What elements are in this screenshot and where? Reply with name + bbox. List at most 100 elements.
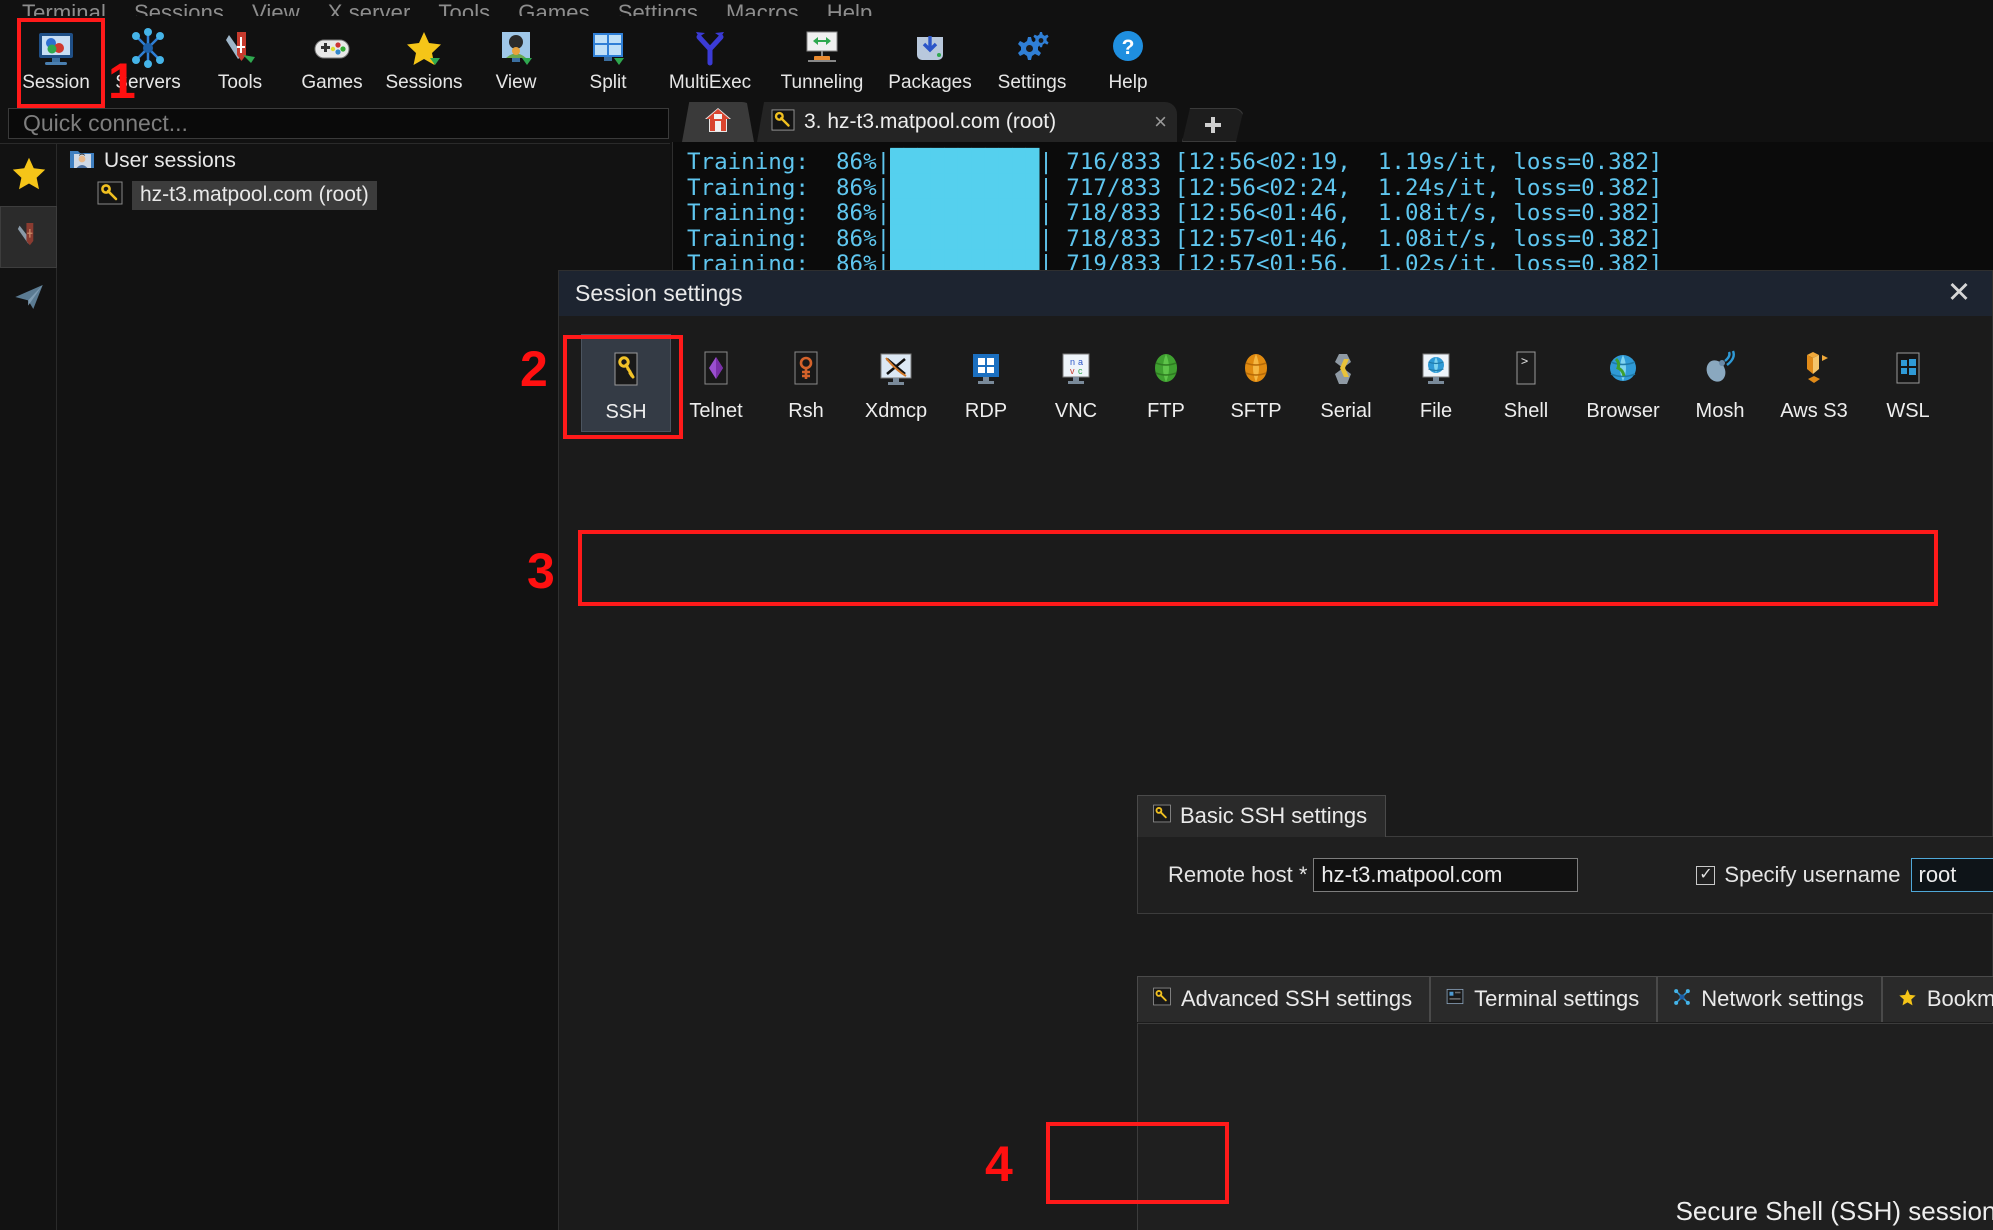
progress-bar: ███████████ [890,174,1040,201]
terminal-line-suffix: | 717/833 [12:56<02:24, 1.24s/it, loss=0… [1039,174,1663,201]
tree-label-session: hz-t3.matpool.com (root) [132,180,377,210]
split-toolbar-label: Split [589,72,627,93]
wsl-protocol-button[interactable]: WSL [1863,334,1953,432]
settings-subtabs: Advanced SSH settings Terminal settings [1137,976,1993,1022]
username-combo[interactable]: root ▼ [1910,858,1993,892]
tools-toolbar-button[interactable]: Tools [194,16,286,100]
star-icon [9,153,49,198]
network-icon [1672,987,1692,1012]
sftp-icon [1233,346,1279,392]
xdmcp-protocol-button[interactable]: Xdmcp [851,334,941,432]
terminal-line: Training: 86%|███████████| 718/833 [12:5… [687,225,1663,252]
tree-node-user-sessions[interactable]: User sessions [57,144,670,178]
tree-node-session[interactable]: hz-t3.matpool.com (root) [57,178,670,212]
view-toolbar-button[interactable]: View [470,16,562,100]
new-tab-button[interactable] [1182,108,1244,142]
browser-protocol-button[interactable]: Browser [1571,334,1675,432]
aws-s3-protocol-button[interactable]: Aws S3 [1765,334,1863,432]
remote-host-input[interactable]: hz-t3.matpool.com [1313,858,1579,892]
telnet-protocol-button[interactable]: Telnet [671,334,761,432]
svg-text:>: > [1521,354,1528,368]
help-icon: ? [1106,26,1150,70]
multiexec-icon [688,26,732,70]
rsh-icon [783,346,829,392]
ftp-protocol-button[interactable]: FTP [1121,334,1211,432]
serial-protocol-button[interactable]: Serial [1301,334,1391,432]
mosh-protocol-button[interactable]: Mosh [1675,334,1765,432]
terminal-line-suffix: | 718/833 [12:57<01:46, 1.08it/s, loss=0… [1039,225,1663,252]
xdmcp-protocol-label: Xdmcp [864,400,928,422]
terminal-line-suffix: | 716/833 [12:56<02:19, 1.19s/it, loss=0… [1039,149,1663,175]
sessions-toolbar-button[interactable]: Sessions [378,16,470,100]
annotation-number-2: 2 [520,341,548,397]
mobaxterm-window: Terminal Sessions View X server Tools Ga… [0,0,1993,1230]
settings-gear-icon [1010,26,1054,70]
tab-advanced-ssh-settings[interactable]: Advanced SSH settings [1137,976,1431,1022]
macros-rail-button[interactable] [0,268,57,330]
tab-strip: 3. hz-t3.matpool.com (root) × [672,100,1993,142]
svg-text:?: ? [1122,36,1135,59]
file-protocol-button[interactable]: File [1391,334,1481,432]
tools-toolbar-label: Tools [217,72,263,93]
tools-rail-button[interactable] [0,206,57,268]
ssh-key-icon [603,347,649,393]
games-icon [310,26,354,70]
svg-text:v: v [1070,366,1075,376]
view-icon [494,26,538,70]
progress-bar: ███████████ [890,225,1040,252]
basic-ssh-settings-group: Basic SSH settings Remote host * hz-t3.m… [1137,794,1993,914]
tools-rail-icon [11,217,47,258]
shell-protocol-button[interactable]: > Shell [1481,334,1571,432]
wsl-protocol-label: WSL [1886,400,1930,422]
close-icon[interactable]: ✕ [1942,279,1976,308]
basic-ssh-settings-row: Remote host * hz-t3.matpool.com ✓ Specif… [1137,836,1993,914]
ssh-key-icon [1152,987,1172,1011]
split-toolbar-button[interactable]: Split [562,16,654,100]
sessions-rail-button[interactable] [0,144,57,206]
help-toolbar-button[interactable]: ? Help [1082,16,1174,100]
home-tab[interactable] [682,102,754,142]
session-tab[interactable]: 3. hz-t3.matpool.com (root) × [757,102,1177,142]
telnet-protocol-label: Telnet [689,400,743,422]
sidebar-rail [0,144,57,1230]
settings-toolbar-button[interactable]: Settings [982,16,1082,100]
packages-toolbar-button[interactable]: Packages [878,16,982,100]
rdp-protocol-button[interactable]: RDP [941,334,1031,432]
multiexec-toolbar-button[interactable]: MultiExec [654,16,766,100]
specify-username-checkbox[interactable]: ✓ [1696,865,1716,885]
ssh-protocol-label: SSH [605,401,647,423]
close-icon[interactable]: × [1132,109,1167,135]
basic-ssh-settings-tab[interactable]: Basic SSH settings [1137,795,1387,837]
dialog-title-bar: Session settings ✕ [559,271,1992,316]
vnc-protocol-button[interactable]: n a v c VNC [1031,334,1121,432]
telnet-icon [693,346,739,392]
ssh-key-icon [771,108,795,136]
tab-terminal-settings[interactable]: Terminal settings [1430,976,1658,1022]
tunneling-toolbar-button[interactable]: Tunneling [766,16,878,100]
tools-icon [218,26,262,70]
user-folder-icon [69,147,95,176]
tree-label-user-sessions: User sessions [104,149,236,172]
ssh-protocol-button[interactable]: SSH [581,334,671,432]
quick-connect-input[interactable]: Quick connect... [8,108,669,139]
tab-network-settings[interactable]: Network settings [1657,976,1882,1022]
annotation-number-3: 3 [527,543,555,599]
protocol-selector: SSH Telnet Rsh Xdmcp RDP n a v c VNC FTP… [559,316,1992,432]
vnc-protocol-label: VNC [1054,400,1098,422]
annotation-number-4: 4 [985,1136,1013,1192]
vnc-icon: n a v c [1053,346,1099,392]
rsh-protocol-button[interactable]: Rsh [761,334,851,432]
sftp-protocol-button[interactable]: SFTP [1211,334,1301,432]
terminal-line-suffix: | 718/833 [12:56<01:46, 1.08it/s, loss=0… [1039,200,1663,227]
username-input[interactable]: root [1910,858,1993,892]
tab-bookmark-settings[interactable]: Bookmark settings [1881,976,1993,1022]
games-toolbar-label: Games [301,72,363,93]
basic-ssh-settings-label: Basic SSH settings [1180,803,1368,828]
session-toolbar-button[interactable]: Session [10,16,102,100]
home-icon [703,106,733,139]
session-toolbar-label: Session [22,72,90,93]
session-settings-dialog: Session settings ✕ SSH Telnet Rsh Xdmcp … [558,270,1993,1230]
games-toolbar-button[interactable]: Games [286,16,378,100]
dialog-body: SSH Telnet Rsh Xdmcp RDP n a v c VNC FTP… [559,316,1993,1230]
browser-protocol-label: Browser [1586,400,1660,422]
